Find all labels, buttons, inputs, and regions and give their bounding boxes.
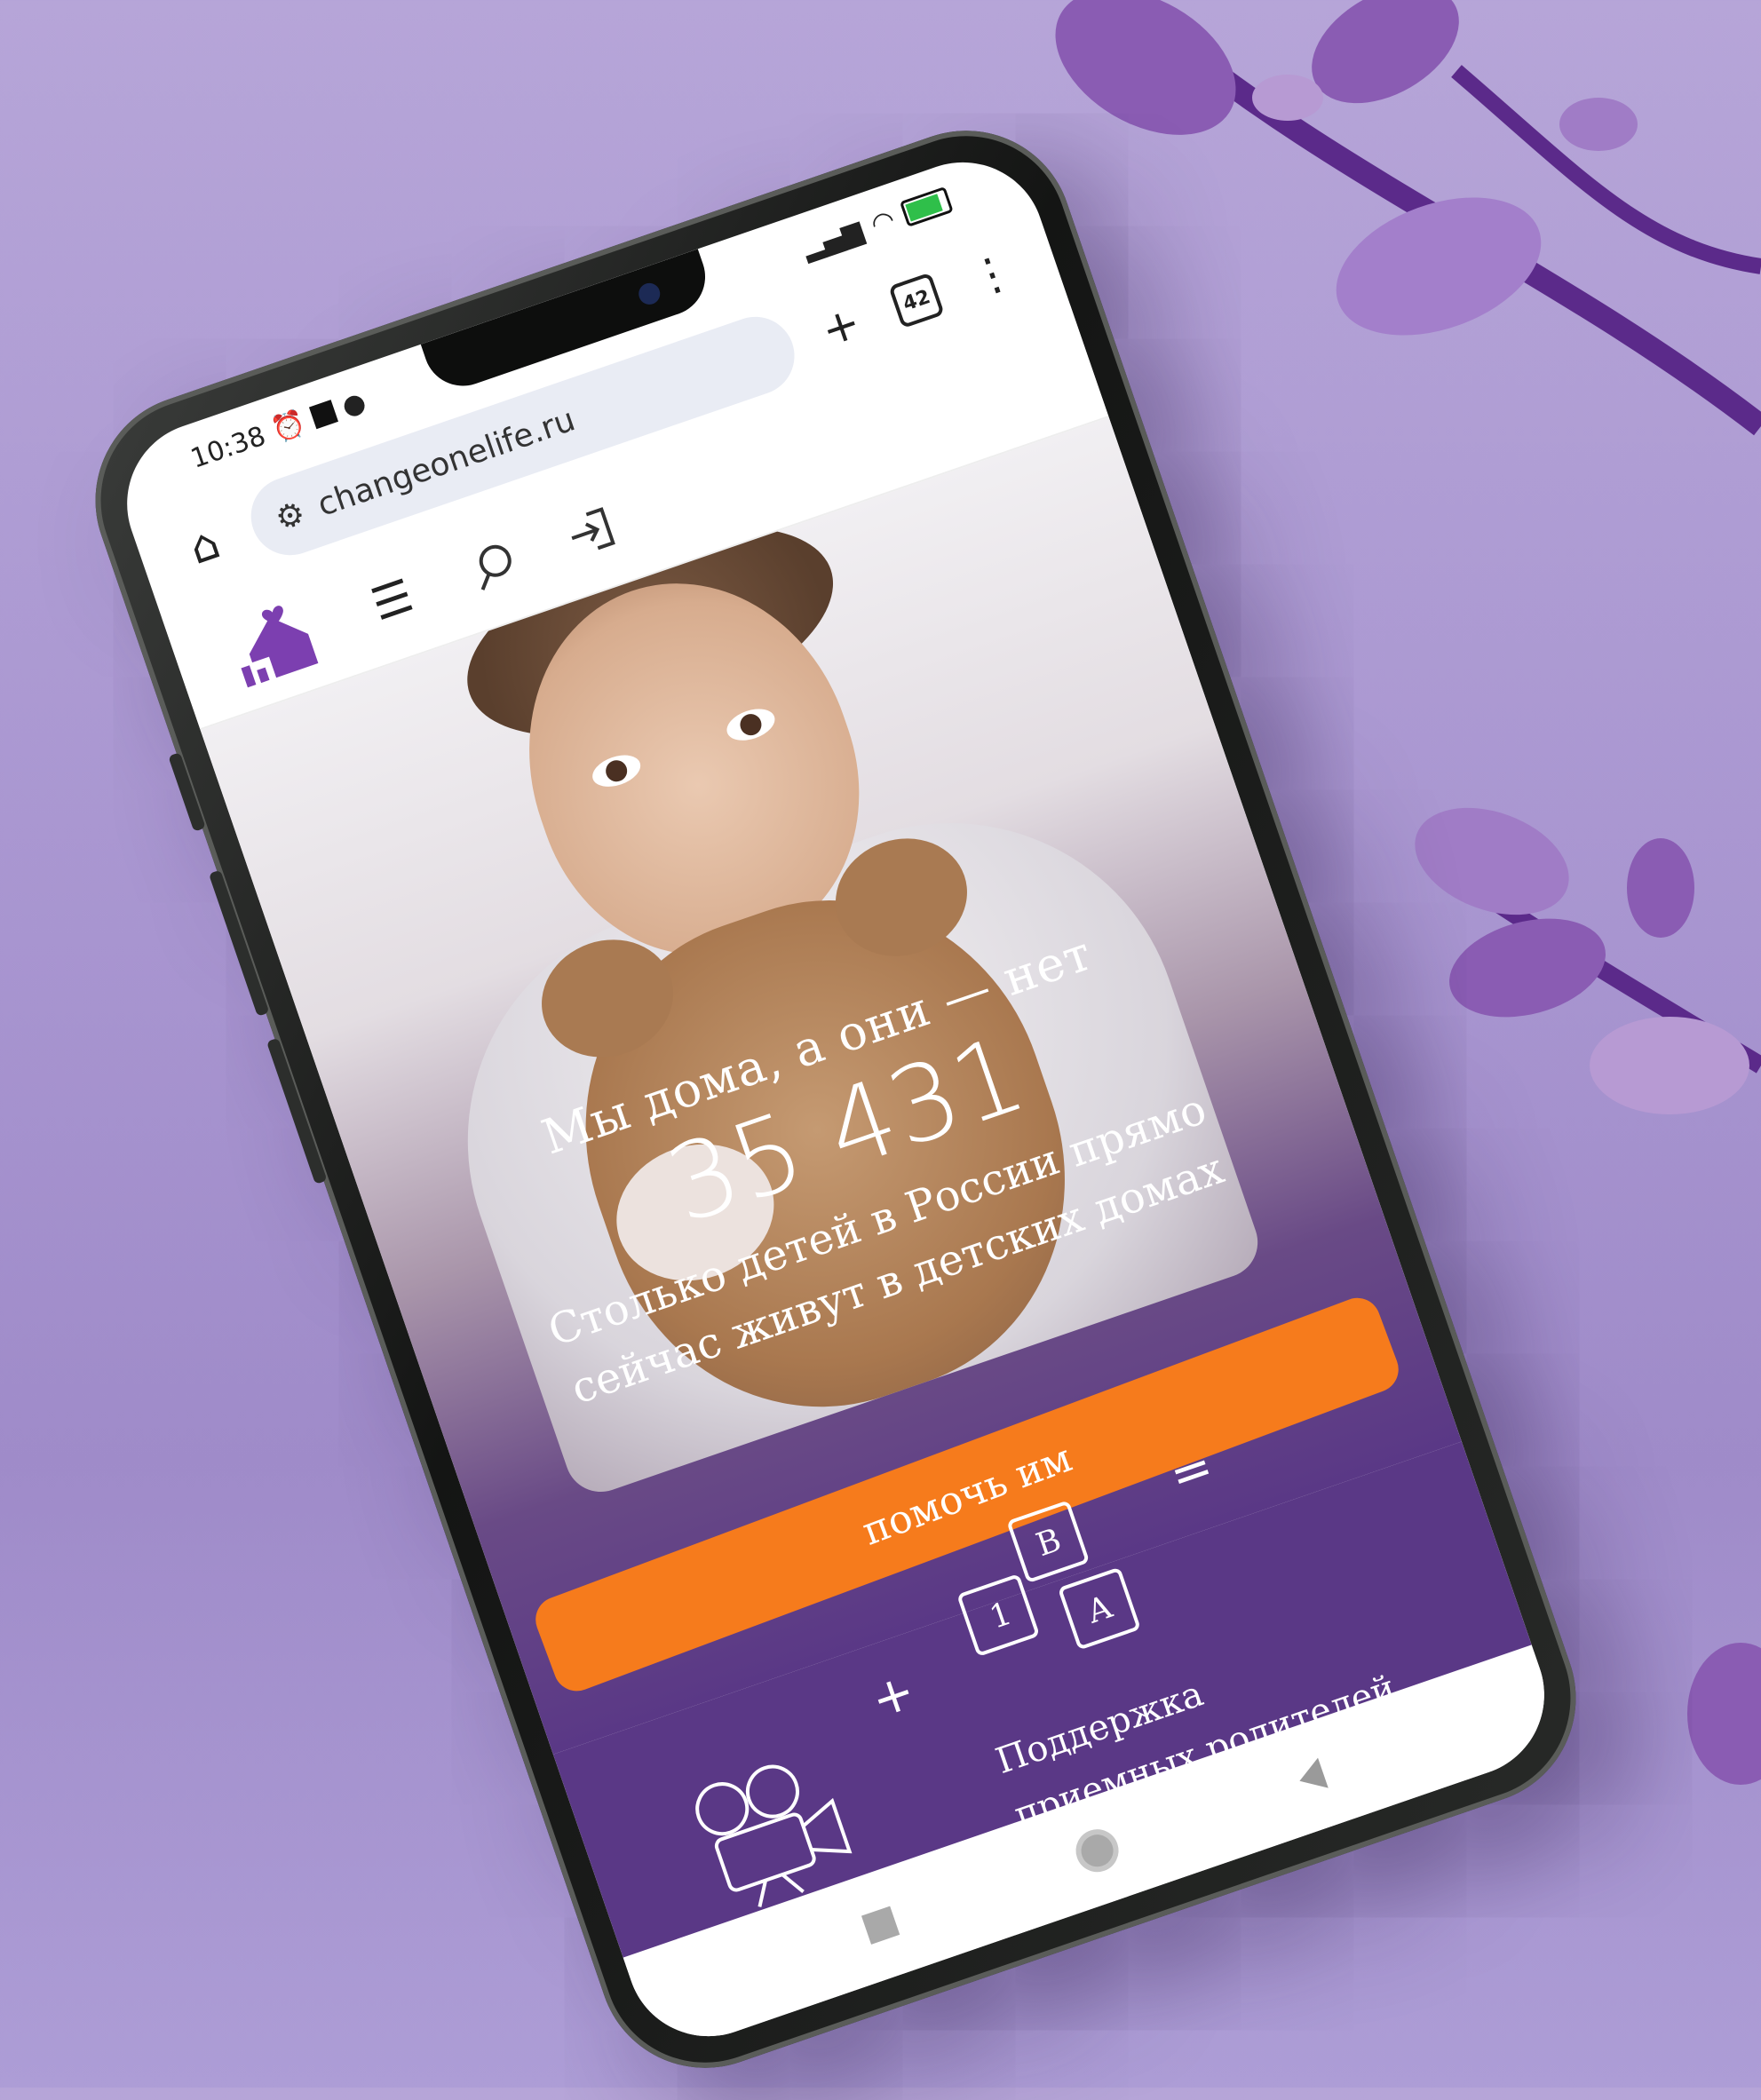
svg-text:A: A	[1082, 1589, 1117, 1631]
hamburger-menu-icon[interactable]: ☰	[356, 564, 428, 636]
back-button[interactable]	[1294, 1757, 1329, 1796]
front-camera	[635, 280, 663, 308]
notification-icon	[308, 400, 338, 430]
home-icon[interactable]: ⌂	[169, 510, 241, 582]
search-icon[interactable]	[462, 534, 525, 597]
house-heart-logo[interactable]	[218, 589, 329, 693]
svg-text:B: B	[1032, 1522, 1066, 1564]
login-icon[interactable]	[559, 500, 622, 563]
plus-sign: +	[864, 1661, 923, 1731]
battery-icon	[899, 186, 954, 227]
eye	[588, 749, 645, 793]
tab-count: 42	[888, 272, 945, 329]
equals-sign: =	[1162, 1437, 1221, 1506]
svg-text:1: 1	[985, 1596, 1016, 1636]
recents-button[interactable]	[861, 1906, 900, 1945]
wifi-icon: ◠	[867, 203, 900, 241]
kebab-menu-icon[interactable]: ⋮	[956, 238, 1027, 310]
status-time: 10:38	[186, 420, 270, 475]
signal-icon: ▂▄▆	[798, 214, 868, 265]
tabs-button[interactable]: 42	[880, 265, 952, 337]
alphabet-blocks-icon: 1 B A	[958, 1502, 1139, 1655]
alarm-icon: ⏰	[267, 406, 310, 447]
home-button[interactable]	[1070, 1823, 1125, 1878]
site-settings-icon[interactable]: ⚙	[271, 495, 310, 538]
app-icon: ●	[337, 385, 370, 423]
phone-mockup: 10:38 ⏰ ● ▂▄▆ ◠ ⌂ ⚙ changeonelife.ru + 4…	[67, 101, 1605, 2097]
plus-icon[interactable]: +	[805, 290, 877, 362]
eye	[722, 702, 780, 747]
